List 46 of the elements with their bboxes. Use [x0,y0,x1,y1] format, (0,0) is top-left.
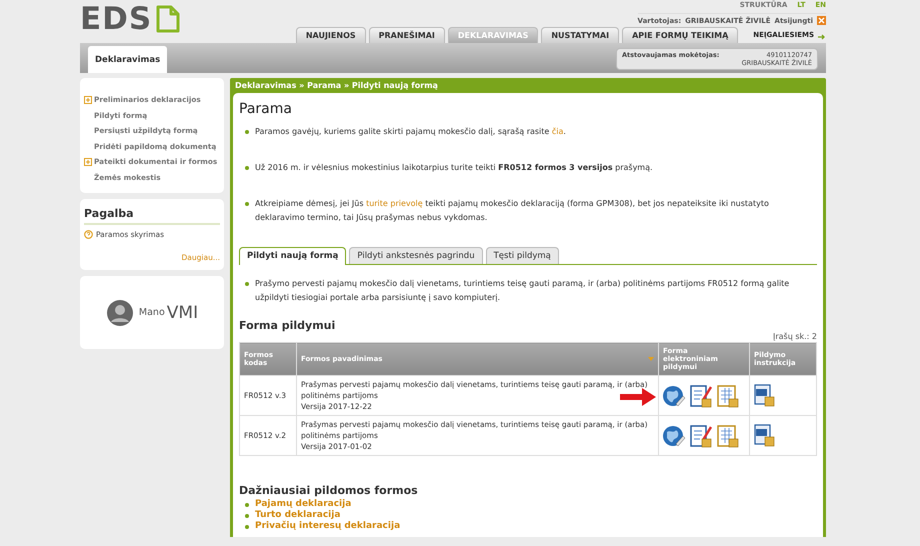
form-link[interactable]: Turto deklaracija [255,510,340,521]
form-grid-icon[interactable] [716,384,740,408]
notice-text: Atkreipiame dėmesį, jei Jūs turite prievolę teikti pajamų mokesčio deklaraciją (forma GPM308), bet jos nepateiksite iki nustatyto deklaravimo termino, tai Jūsų prašymas nebus vykdomas. [255,198,770,224]
word-document-icon[interactable] [753,422,775,446]
bullet-icon [245,502,249,506]
section-title: Forma pildymui [239,319,336,332]
section-tab[interactable]: Deklaravimas [88,46,168,73]
text-link[interactable]: turite prievolę [366,199,423,208]
form-grid-icon[interactable] [716,424,740,448]
notice-text: Paramos gavėjų, kuriems galite skirti pajamų mokesčio dalį, sąrašą rasite čia. [255,126,566,138]
logo-text[interactable]: EDS [80,4,152,34]
document-logo-icon [156,5,180,33]
word-document-icon[interactable] [753,382,775,406]
nav-tab[interactable]: PRANEŠIMAI [368,27,445,43]
bullet-icon [245,524,249,528]
banner-title: VMI [166,302,198,322]
bullet-icon [245,166,249,170]
help-title: Pagalba [84,207,220,225]
arrow-right-icon [818,34,826,40]
form-edit-icon[interactable] [689,424,713,448]
nav-tab[interactable]: APIE FORMŲ TEIKIMĄ [622,27,738,43]
text-link[interactable]: čia [552,127,564,136]
tab-description: Prašymo pervesti pajamų mokesčio dalį vienetams, turintiems teisę gauti paramą, ir (arba) politinėms partijoms FR0512 formą galite užpildyti tiesiogiai portale arba parsisiuntę į savo kompiuterį. [255,278,790,304]
record-count: Įrašų sk.: 2 [772,332,817,341]
bullet-icon [245,282,249,286]
bullet-icon [245,202,249,206]
bullet-icon [245,514,249,518]
breadcrumb: Deklaravimas » Parama » Pildyti naują formą [234,80,439,92]
page-title: Parama [239,101,293,117]
globe-icon[interactable] [662,384,686,408]
nav-tab[interactable]: NUSTATYMAI [541,27,620,43]
form-link[interactable]: Pajamų deklaracija [255,499,352,510]
form-link[interactable]: Privačių interesų deklaracija [255,521,400,532]
nav-tab[interactable]: NAUJIENOS [296,27,366,43]
bullet-icon [245,130,249,134]
globe-icon[interactable] [662,424,686,448]
banner-text: Mano [138,307,165,318]
form-tab[interactable]: Tęsti pildymą [486,247,559,264]
close-icon[interactable] [817,16,826,25]
form-tab[interactable]: Pildyti naują formą [239,247,346,265]
form-tab[interactable]: Pildyti ankstesnės pagrindu [349,247,483,264]
section-title: Dažniausiai pildomos formos [239,484,419,497]
form-edit-icon[interactable] [689,384,713,408]
notice-text: Už 2016 m. ir vėlesnius mokestinius laikotarpius turite teikti FR0512 formos 3 versijos prašymą. [255,162,653,174]
user-silhouette-icon [106,298,134,326]
help-icon [84,230,93,239]
